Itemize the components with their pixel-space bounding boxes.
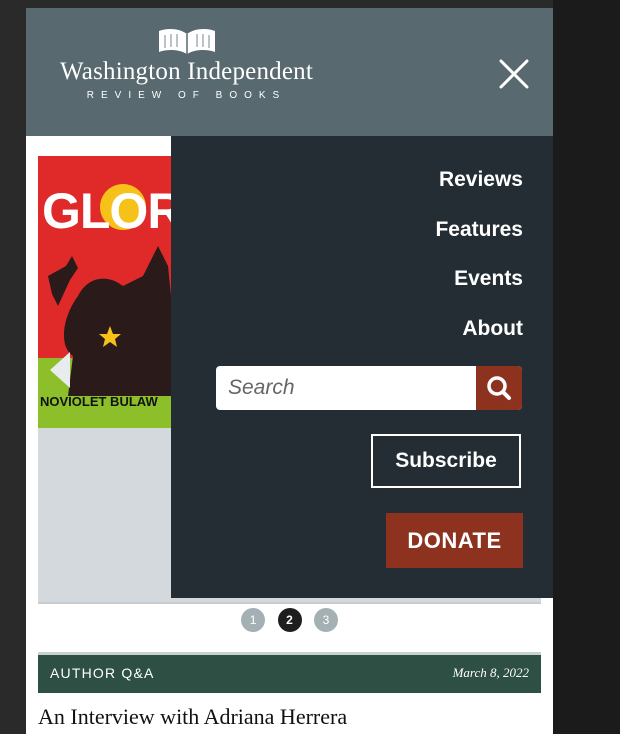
donate-button[interactable]: DONATE <box>386 513 523 568</box>
article-category[interactable]: AUTHOR Q&A <box>50 665 155 681</box>
carousel-dot-2[interactable]: 2 <box>277 608 302 632</box>
nav-item-reviews[interactable]: Reviews <box>439 168 523 192</box>
cover-title: GLOR <box>42 183 178 239</box>
search-button[interactable] <box>476 366 522 410</box>
logo-subtitle: REVIEW OF BOOKS <box>86 90 287 101</box>
mobile-viewport: Washington Independent REVIEW OF BOOKS G… <box>26 8 553 734</box>
carousel-prev-arrow-icon[interactable] <box>50 352 70 388</box>
article-category-bar: AUTHOR Q&A March 8, 2022 <box>38 652 541 693</box>
page-edge <box>553 0 620 734</box>
site-logo[interactable]: Washington Independent REVIEW OF BOOKS <box>44 26 329 101</box>
carousel-pagination: 1 2 3 <box>26 608 553 634</box>
open-book-icon <box>158 29 215 54</box>
close-menu-button[interactable] <box>496 56 532 92</box>
subscribe-button[interactable]: Subscribe <box>371 434 521 488</box>
logo-title: Washington Independent <box>59 58 314 85</box>
carousel-dot-1[interactable]: 1 <box>241 608 266 632</box>
search-box <box>216 366 522 410</box>
close-icon <box>499 59 529 89</box>
search-input[interactable] <box>216 366 466 410</box>
nav-menu-overlay: Reviews Features Events About Subscribe … <box>171 136 553 598</box>
nav-item-about[interactable]: About <box>462 317 523 341</box>
article-title[interactable]: An Interview with Adriana Herrera <box>38 704 347 730</box>
carousel-dot-3[interactable]: 3 <box>313 608 338 632</box>
nav-item-features[interactable]: Features <box>435 218 523 242</box>
article-date: March 8, 2022 <box>452 665 529 680</box>
search-icon <box>487 376 511 400</box>
nav-item-events[interactable]: Events <box>454 267 523 291</box>
cover-author: NOVIOLET BULAW <box>40 394 158 409</box>
site-header: Washington Independent REVIEW OF BOOKS <box>26 8 553 136</box>
